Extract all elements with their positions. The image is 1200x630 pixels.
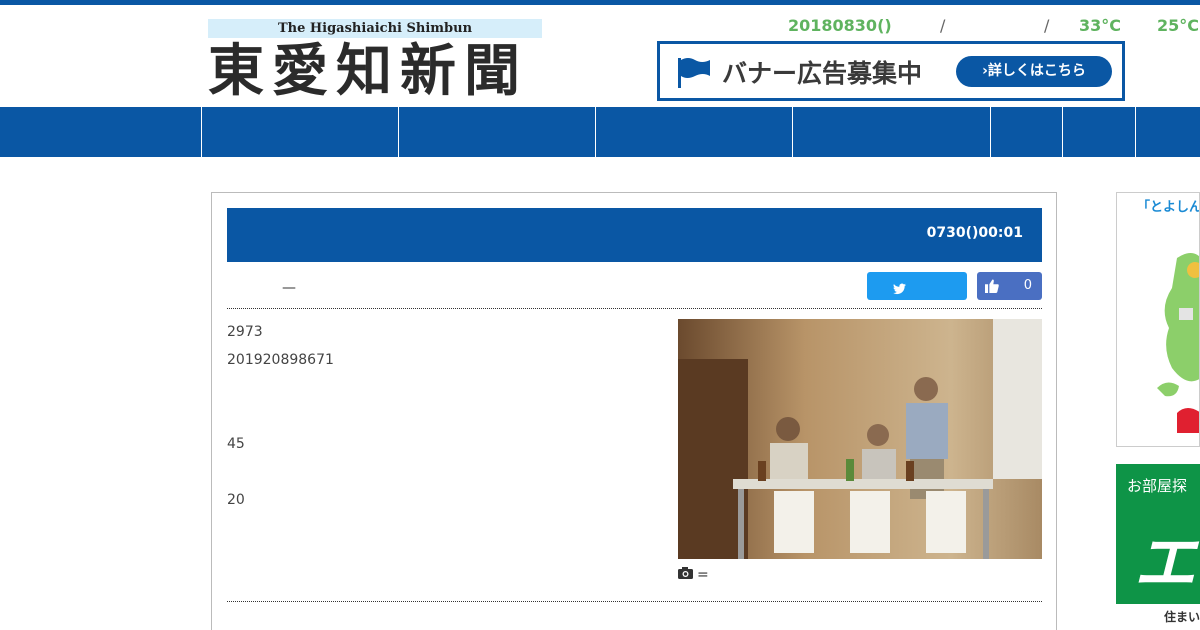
twitter-icon: [893, 280, 906, 299]
sidebar-ad-title: 「とよしん」: [1137, 200, 1199, 215]
sidebar-ad-logo: エ: [1134, 526, 1197, 599]
logo-subtitle: The Higashiaichi Shimbun: [208, 19, 542, 38]
nav-divider: [792, 107, 793, 157]
article-paragraph: 45: [227, 436, 245, 452]
article-title-bar: 0730()00:01: [227, 208, 1042, 262]
article-timestamp: 0730()00:01: [926, 225, 1023, 241]
article-paragraph: 2973: [227, 324, 263, 340]
top-accent-line: [0, 0, 1200, 5]
article-photo[interactable]: [678, 319, 1042, 559]
article-paragraph: 20: [227, 492, 245, 508]
banner-ad[interactable]: バナー広告募集中 ›詳しくはこちら: [657, 41, 1125, 101]
weather-separator: /: [1044, 16, 1050, 35]
nav-divider: [990, 107, 991, 157]
sidebar-ad-illustration: [1157, 253, 1199, 433]
weather-separator: /: [940, 16, 946, 35]
nav-divider: [1062, 107, 1063, 157]
sidebar-ad-housing[interactable]: お部屋探 エ 住まい: [1116, 464, 1200, 630]
like-button[interactable]: 0: [977, 272, 1042, 300]
article-byline: —: [282, 280, 296, 296]
logo-title: 東愛知新聞: [208, 38, 528, 104]
article-divider: [227, 601, 1042, 602]
banner-details-button[interactable]: ›詳しくはこちら: [956, 56, 1112, 87]
like-count: 0: [1023, 278, 1032, 293]
nav-divider: [201, 107, 202, 157]
photo-caption: =: [678, 567, 709, 583]
temperature-high: 33°C: [1079, 16, 1122, 35]
flag-icon: [676, 56, 712, 94]
nav-divider: [595, 107, 596, 157]
temperature-low: 25°C: [1157, 16, 1200, 35]
banner-text: バナー広告募集中: [722, 59, 923, 88]
article-paragraph: 201920898671: [227, 352, 334, 368]
nav-divider: [1135, 107, 1136, 157]
main-navigation: [0, 107, 1200, 157]
sidebar-ad-toyoshin[interactable]: 「とよしん」: [1116, 192, 1200, 447]
sidebar-ad-title: お部屋探: [1127, 477, 1188, 495]
camera-icon: [678, 567, 693, 583]
site-logo[interactable]: The Higashiaichi Shimbun 東愛知新聞: [208, 19, 542, 103]
article-divider: [227, 308, 1042, 309]
thumbs-up-icon: [985, 278, 999, 297]
current-date: 20180830(): [788, 16, 892, 35]
twitter-share-button[interactable]: [867, 272, 967, 300]
sidebar-ad-footer: 住まい: [1116, 604, 1200, 630]
article-card: 0730()00:01 — 0 2973 201920898671 45 20: [211, 192, 1057, 630]
photo-caption-text: =: [697, 567, 709, 583]
nav-divider: [398, 107, 399, 157]
